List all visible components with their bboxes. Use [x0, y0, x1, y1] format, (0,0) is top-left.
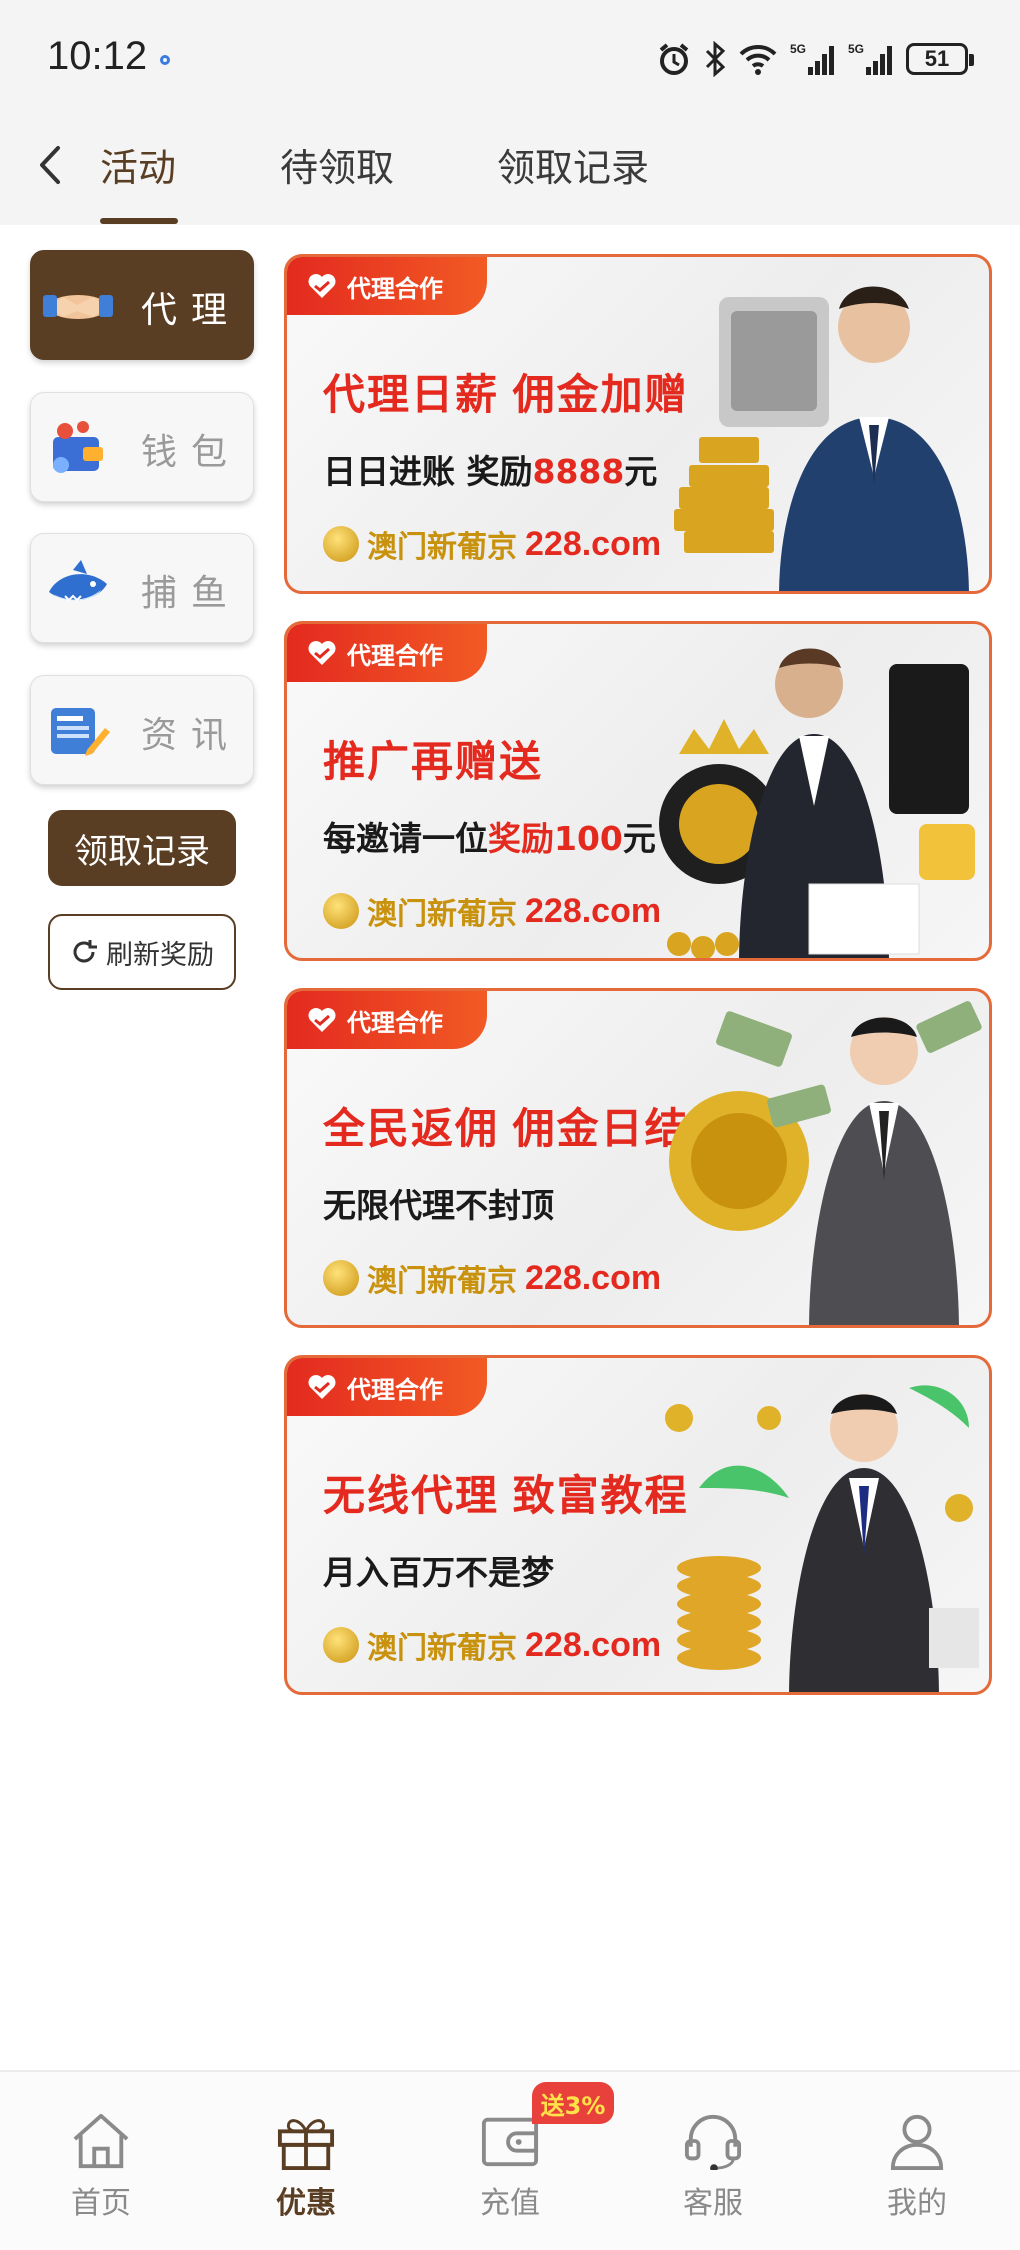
- bottom-nav-profile[interactable]: 我的: [862, 2112, 972, 2222]
- banner-brand: 澳门新葡京 228.com: [323, 521, 661, 567]
- banner-badge-label: 代理合作: [347, 1008, 443, 1037]
- banner-subtitle: 每邀请一位奖励100元: [323, 819, 656, 858]
- tab-claim-records[interactable]: 领取记录: [497, 144, 649, 204]
- banner-badge: 代理合作: [287, 257, 487, 315]
- sidebar-item-fishing[interactable]: 捕鱼: [30, 533, 254, 643]
- bottom-nav-recharge[interactable]: 充值: [455, 2112, 565, 2222]
- home-icon: [73, 2113, 129, 2169]
- handshake-icon: [43, 295, 113, 319]
- wallet-icon: [53, 421, 103, 473]
- alarm-icon: [659, 43, 689, 75]
- brand-logo-icon: [323, 893, 359, 929]
- status-bar: 10:12 5G 5G 51: [0, 0, 1020, 120]
- promo-banner[interactable]: 代理合作 全民返佣 佣金日结 无限代理不封顶 澳门新葡京 228.com: [284, 988, 992, 1328]
- bottom-nav-label: 客服: [683, 2186, 743, 2221]
- brand-domain: 228.com: [525, 891, 662, 930]
- heart-handshake-icon: [308, 641, 336, 665]
- banner-title: 代理日薪 佣金加赠: [323, 371, 689, 418]
- banner-title: 全民返佣 佣金日结: [323, 1105, 689, 1152]
- promo-banner[interactable]: 代理合作 无线代理 致富教程 月入百万不是梦 澳门新葡京 228.com: [284, 1355, 992, 1695]
- bottom-nav-label: 我的: [887, 2186, 947, 2221]
- bottom-nav: 首页 优惠 充值 客服 我的: [0, 2070, 1020, 2250]
- banner-brand: 澳门新葡京 228.com: [323, 1622, 661, 1668]
- headset-icon: [684, 2114, 742, 2170]
- brand-domain: 228.com: [525, 524, 662, 563]
- banner-subtitle: 日日进账 奖励8888元: [323, 452, 658, 491]
- sidebar-item-news[interactable]: 资讯: [30, 675, 254, 785]
- wifi-icon: [739, 44, 777, 75]
- businessman-with-casino-chips-illustration: [659, 648, 975, 958]
- banner-badge-label: 代理合作: [347, 1375, 443, 1404]
- bottom-nav-support[interactable]: 客服: [658, 2112, 768, 2222]
- battery-indicator: 51: [906, 43, 974, 75]
- brand-domain: 228.com: [525, 1625, 662, 1664]
- sidebar-item-label: 代理: [141, 290, 242, 331]
- promo-banner[interactable]: 代理合作 代理日薪 佣金加赠 日日进账 奖励8888元 澳门新葡京 228.co…: [284, 254, 992, 594]
- status-icons: 5G 5G 51: [656, 38, 974, 80]
- top-nav: 活动 待领取 领取记录: [0, 120, 1020, 225]
- refresh-icon: [73, 940, 97, 963]
- brand-name: 澳门新葡京: [367, 897, 517, 932]
- svg-text:5G: 5G: [848, 42, 864, 56]
- banner-title: 无线代理 致富教程: [323, 1472, 689, 1519]
- notification-dot-icon: [160, 55, 170, 65]
- banner-subtitle: 无限代理不封顶: [323, 1186, 554, 1225]
- businessman-with-coins-illustration: [665, 1385, 979, 1692]
- bottom-nav-label: 优惠: [276, 2186, 336, 2221]
- banner-badge: 代理合作: [287, 1358, 487, 1416]
- sidebar-item-label: 捕鱼: [141, 573, 242, 614]
- heart-handshake-icon: [308, 1375, 336, 1399]
- refresh-rewards-label: 刷新奖励: [106, 939, 214, 971]
- banner-badge-label: 代理合作: [347, 274, 443, 303]
- banner-badge: 代理合作: [287, 624, 487, 682]
- sidebar-item-label: 钱包: [141, 432, 242, 473]
- bottom-nav-label: 首页: [71, 2186, 131, 2221]
- brand-name: 澳门新葡京: [367, 530, 517, 565]
- sidebar-item-label: 资讯: [141, 715, 242, 756]
- user-icon: [890, 2114, 944, 2170]
- back-arrow-icon[interactable]: [30, 140, 70, 190]
- brand-domain: 228.com: [525, 1258, 662, 1297]
- sidebar-item-agent[interactable]: 代理: [30, 250, 254, 360]
- refresh-rewards-button[interactable]: 刷新奖励: [48, 914, 236, 990]
- signal-5g-icon-2: 5G: [848, 42, 892, 75]
- bluetooth-icon: [705, 41, 726, 77]
- active-tab-indicator: [100, 218, 178, 224]
- gift-icon: [277, 2119, 335, 2170]
- banner-badge: 代理合作: [287, 991, 487, 1049]
- banner-title: 推广再赠送: [323, 738, 544, 785]
- status-time: 10:12: [47, 34, 148, 78]
- signal-5g-icon: 5G: [790, 42, 834, 75]
- businessman-with-gold-illustration: [674, 286, 969, 591]
- banner-subtitle: 月入百万不是梦: [323, 1553, 554, 1592]
- tab-pending[interactable]: 待领取: [280, 144, 394, 204]
- tab-activities[interactable]: 活动: [100, 144, 176, 204]
- bottom-nav-offers[interactable]: 优惠: [251, 2112, 361, 2222]
- brand-logo-icon: [323, 1627, 359, 1663]
- banner-brand: 澳门新葡京 228.com: [323, 888, 661, 934]
- shark-icon: [49, 560, 107, 602]
- businessman-with-cash-illustration: [669, 1001, 982, 1325]
- brand-logo-icon: [323, 526, 359, 562]
- brand-logo-icon: [323, 1260, 359, 1296]
- news-icon: [51, 708, 110, 756]
- recharge-bonus-badge: 送3%: [532, 2082, 614, 2124]
- sidebar-item-wallet[interactable]: 钱包: [30, 392, 254, 502]
- heart-handshake-icon: [308, 1008, 336, 1032]
- claim-records-button[interactable]: 领取记录: [48, 810, 236, 886]
- bottom-nav-home[interactable]: 首页: [46, 2112, 156, 2222]
- svg-text:5G: 5G: [790, 42, 806, 56]
- bottom-nav-label: 充值: [480, 2186, 540, 2221]
- brand-name: 澳门新葡京: [367, 1631, 517, 1666]
- promo-banner[interactable]: 代理合作 推广再赠送 每邀请一位奖励100元 澳门新葡京 228.com: [284, 621, 992, 961]
- banner-badge-label: 代理合作: [347, 641, 443, 670]
- heart-handshake-icon: [308, 274, 336, 298]
- banner-brand: 澳门新葡京 228.com: [323, 1255, 661, 1301]
- brand-name: 澳门新葡京: [367, 1264, 517, 1299]
